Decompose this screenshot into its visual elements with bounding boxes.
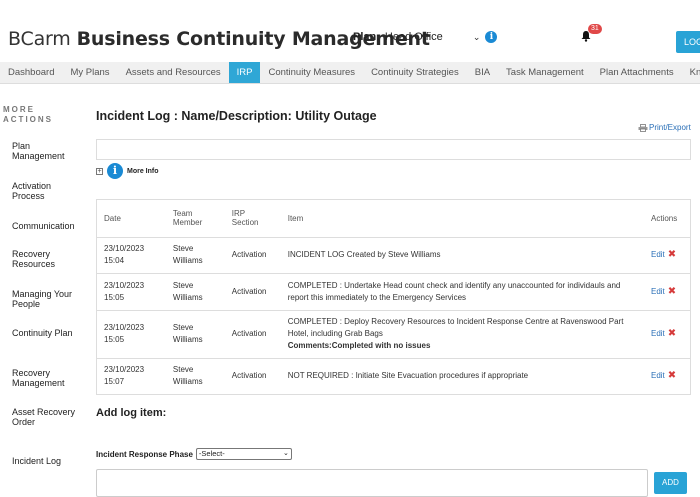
row-team-member: Steve Williams (165, 310, 225, 359)
row-date: 23/10/2023 15:07 (104, 365, 145, 387)
chevron-down-icon: ⌄ (472, 31, 481, 42)
delete-icon[interactable]: ✖ (668, 249, 676, 260)
login-button[interactable]: LOG (676, 31, 700, 53)
table-row: 23/10/2023 15:05 Steve Williams Activati… (97, 310, 690, 359)
info-icon: i (107, 163, 123, 179)
column-header-date: Date (97, 200, 166, 238)
phase-select[interactable]: -Select- ⌄ (195, 448, 292, 460)
row-actions: Edit ✖ (644, 358, 690, 394)
plan-label: Plan: (353, 31, 380, 43)
sidebar-item-recovery-resources[interactable]: Recovery Resources (12, 249, 76, 269)
row-team-member: Steve Williams (172, 365, 203, 387)
delete-icon[interactable]: ✖ (668, 328, 676, 339)
sidebar-item-plan-management[interactable]: Plan Management (12, 141, 76, 161)
incident-response-phase-row: Incident Response Phase -Select- ⌄ (96, 448, 292, 460)
column-header-team-member: Team Member (165, 200, 225, 238)
row-comments: Comments:Completed with no issues (287, 341, 431, 350)
description-panel (96, 139, 691, 160)
sidebar-item-recovery-management[interactable]: Recovery Management (12, 368, 76, 388)
add-button[interactable]: ADD (654, 472, 687, 494)
table-row: 23/10/2023 15:07 Steve Williams Activati… (97, 358, 690, 394)
plus-icon[interactable]: + (96, 167, 103, 175)
row-item: COMPLETED : Deploy Recovery Resources to… (287, 317, 624, 338)
row-date: 23/10/2023 15:05 (97, 273, 166, 311)
notification-badge: 31 (588, 24, 602, 34)
row-item: NOT REQUIRED : Initiate Site Evacuation … (287, 371, 529, 381)
chevron-down-icon: ⌄ (283, 450, 289, 457)
row-actions: Edit ✖ (643, 237, 690, 274)
column-header-actions: Actions (643, 200, 690, 238)
add-log-item-heading: Add log item: (96, 407, 167, 419)
sidebar-heading: MORE ACTIONS (3, 105, 53, 124)
row-irp-section: Activation (224, 310, 281, 359)
row-irp-section: Activation (224, 237, 281, 274)
notifications-button[interactable]: 31 (580, 24, 602, 42)
nav-dashboard[interactable]: Dashboard (0, 62, 62, 83)
nav-task-management[interactable]: Task Management (498, 62, 592, 83)
row-date: 23/10/2023 15:04 (97, 237, 166, 274)
print-export-label: Print/Export (649, 123, 691, 132)
plan-value: Head Office (384, 31, 443, 43)
nav-continuity-measures[interactable]: Continuity Measures (260, 62, 363, 83)
table-row: 23/10/2023 15:05 Steve Williams Activati… (97, 273, 690, 311)
incident-log-table: Date Team Member IRP Section Item Action… (96, 199, 691, 395)
info-icon[interactable]: i (485, 31, 498, 43)
nav-bia[interactable]: BIA (467, 62, 498, 83)
sidebar-item-activation-process[interactable]: Activation Process (12, 181, 76, 201)
more-info-toggle[interactable]: + i More Info (96, 163, 159, 179)
row-date: 23/10/2023 15:05 (97, 310, 166, 359)
nav-my-plans[interactable]: My Plans (62, 62, 117, 83)
row-irp-section: Activation (231, 371, 267, 381)
log-item-textarea[interactable] (96, 469, 648, 497)
app-header: BCarm Business Continuity Management Plan… (0, 0, 700, 62)
nav-knowledge[interactable]: Knowled (682, 62, 700, 83)
edit-button[interactable]: Edit (651, 329, 665, 338)
column-header-item: Item (280, 200, 644, 238)
row-actions: Edit ✖ (643, 273, 690, 311)
table-row: 23/10/2023 15:04 Steve Williams Activati… (97, 237, 690, 274)
row-item-cell: COMPLETED : Deploy Recovery Resources to… (280, 310, 644, 359)
row-item: COMPLETED : Undertake Head count check a… (280, 273, 644, 311)
nav-assets-and-resources[interactable]: Assets and Resources (118, 62, 229, 83)
delete-icon[interactable]: ✖ (668, 286, 676, 297)
sidebar-item-communication[interactable]: Communication (12, 221, 76, 231)
phase-label: Incident Response Phase (96, 449, 193, 459)
print-export-link[interactable]: Print/Export (638, 123, 691, 132)
printer-icon (638, 123, 648, 132)
page-title: Incident Log : Name/Description: Utility… (96, 109, 377, 123)
edit-button[interactable]: Edit (651, 250, 665, 259)
sidebar-item-managing-your-people[interactable]: Managing Your People (12, 289, 76, 309)
main-nav: Dashboard My Plans Assets and Resources … (0, 62, 700, 84)
nav-plan-attachments[interactable]: Plan Attachments (592, 62, 682, 83)
delete-icon[interactable]: ✖ (668, 370, 676, 381)
table-header-row: Date Team Member IRP Section Item Action… (97, 200, 690, 238)
row-team-member: Steve Williams (165, 237, 225, 274)
sidebar: MORE ACTIONS Plan Management Activation … (0, 84, 78, 497)
edit-button[interactable]: Edit (651, 371, 665, 380)
sidebar-item-continuity-plan[interactable]: Continuity Plan (12, 328, 76, 338)
row-item: INCIDENT LOG Created by Steve Williams (280, 237, 644, 274)
brand-name: BCarm (8, 28, 71, 50)
nav-continuity-strategies[interactable]: Continuity Strategies (363, 62, 467, 83)
row-team-member: Steve Williams (165, 273, 225, 311)
sidebar-item-asset-recovery-order[interactable]: Asset Recovery Order (12, 407, 76, 427)
more-info-label: More Info (127, 167, 159, 175)
row-irp-section: Activation (224, 273, 281, 311)
nav-irp[interactable]: IRP (228, 62, 261, 83)
plan-selector[interactable]: Plan: Head Office ⌄ i (353, 31, 498, 43)
row-actions: Edit ✖ (643, 310, 690, 359)
sidebar-item-incident-log[interactable]: Incident Log (12, 456, 76, 466)
column-header-irp-section: IRP Section (224, 200, 281, 238)
phase-select-value: -Select- (198, 449, 225, 458)
edit-button[interactable]: Edit (651, 287, 665, 296)
